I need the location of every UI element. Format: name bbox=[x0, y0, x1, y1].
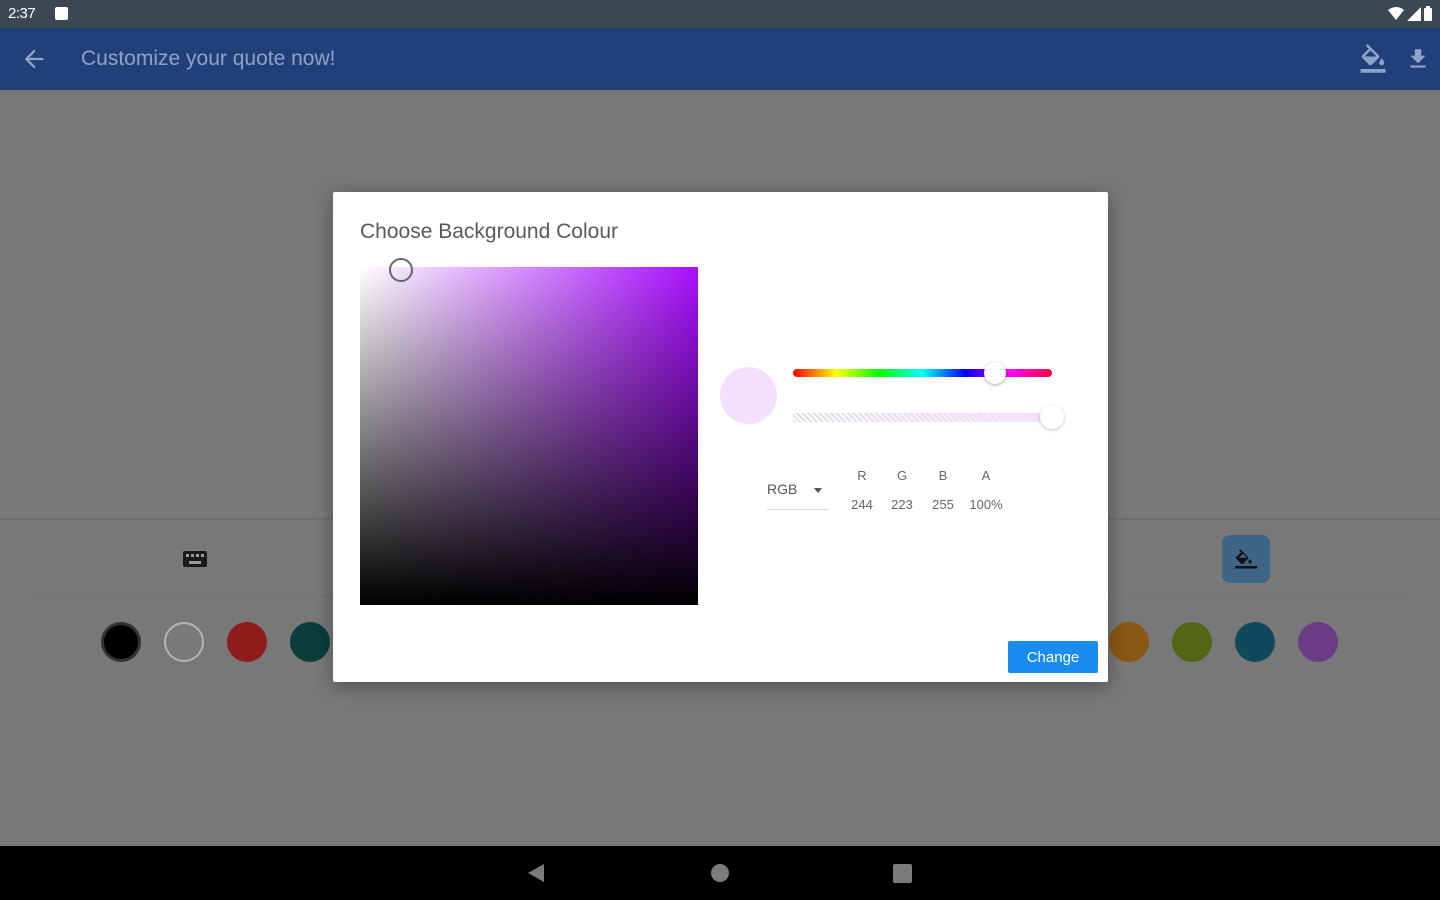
paint-bucket-icon[interactable] bbox=[1358, 44, 1388, 74]
color-swatch-blue[interactable] bbox=[1235, 622, 1275, 662]
nav-home-icon[interactable] bbox=[711, 864, 729, 882]
status-time: 2:37 bbox=[8, 5, 36, 22]
channel-value-r[interactable]: 244 bbox=[842, 497, 882, 512]
color-swatch-teal[interactable] bbox=[290, 622, 330, 662]
color-mode-select[interactable]: RGB bbox=[767, 481, 829, 510]
signal-icon bbox=[1407, 6, 1421, 21]
channel-label-b: B bbox=[938, 468, 948, 483]
battery-icon bbox=[1424, 6, 1432, 21]
alpha-slider[interactable] bbox=[793, 413, 1052, 422]
page-title: Customize your quote now! bbox=[81, 47, 336, 70]
paint-bucket-icon bbox=[1235, 549, 1257, 569]
system-icons bbox=[1388, 6, 1432, 21]
saturation-value-picker[interactable] bbox=[360, 267, 698, 605]
wifi-icon bbox=[1388, 6, 1404, 20]
app-bar: Customize your quote now! bbox=[0, 28, 1440, 90]
channel-value-g[interactable]: 223 bbox=[882, 497, 922, 512]
picker-handle[interactable] bbox=[389, 258, 413, 282]
color-preview bbox=[720, 367, 777, 424]
background-fill-button[interactable] bbox=[1222, 535, 1270, 583]
download-icon[interactable] bbox=[1405, 44, 1431, 74]
color-swatch-black[interactable] bbox=[101, 622, 141, 662]
color-swatch-olive[interactable] bbox=[1172, 622, 1212, 662]
nav-back-icon[interactable] bbox=[528, 864, 544, 882]
color-picker-dialog: Choose Background Colour RGB R 244 G 223… bbox=[333, 192, 1108, 682]
keyboard-icon[interactable] bbox=[182, 550, 208, 568]
color-swatch-red[interactable] bbox=[227, 622, 267, 662]
dropdown-caret-icon bbox=[814, 488, 822, 493]
hue-slider[interactable] bbox=[793, 369, 1052, 377]
color-swatch-orange[interactable] bbox=[1109, 622, 1149, 662]
change-button[interactable]: Change bbox=[1008, 641, 1098, 673]
color-swatch-purple[interactable] bbox=[1298, 622, 1338, 662]
color-mode-label: RGB bbox=[767, 481, 798, 497]
color-swatch-white[interactable] bbox=[164, 622, 204, 662]
back-arrow-icon[interactable] bbox=[20, 45, 48, 73]
status-bar: 2:37 bbox=[0, 0, 1440, 28]
channel-value-a[interactable]: 100% bbox=[966, 497, 1006, 512]
dialog-title: Choose Background Colour bbox=[360, 220, 618, 243]
channel-label-a: A bbox=[981, 468, 991, 483]
channel-label-g: G bbox=[896, 468, 908, 483]
nav-recents-icon[interactable] bbox=[893, 864, 912, 883]
alpha-slider-thumb[interactable] bbox=[1040, 405, 1064, 429]
channel-value-b[interactable]: 255 bbox=[923, 497, 963, 512]
notification-icon bbox=[55, 7, 68, 20]
hue-slider-thumb[interactable] bbox=[984, 362, 1006, 384]
channel-label-r: R bbox=[857, 468, 867, 483]
